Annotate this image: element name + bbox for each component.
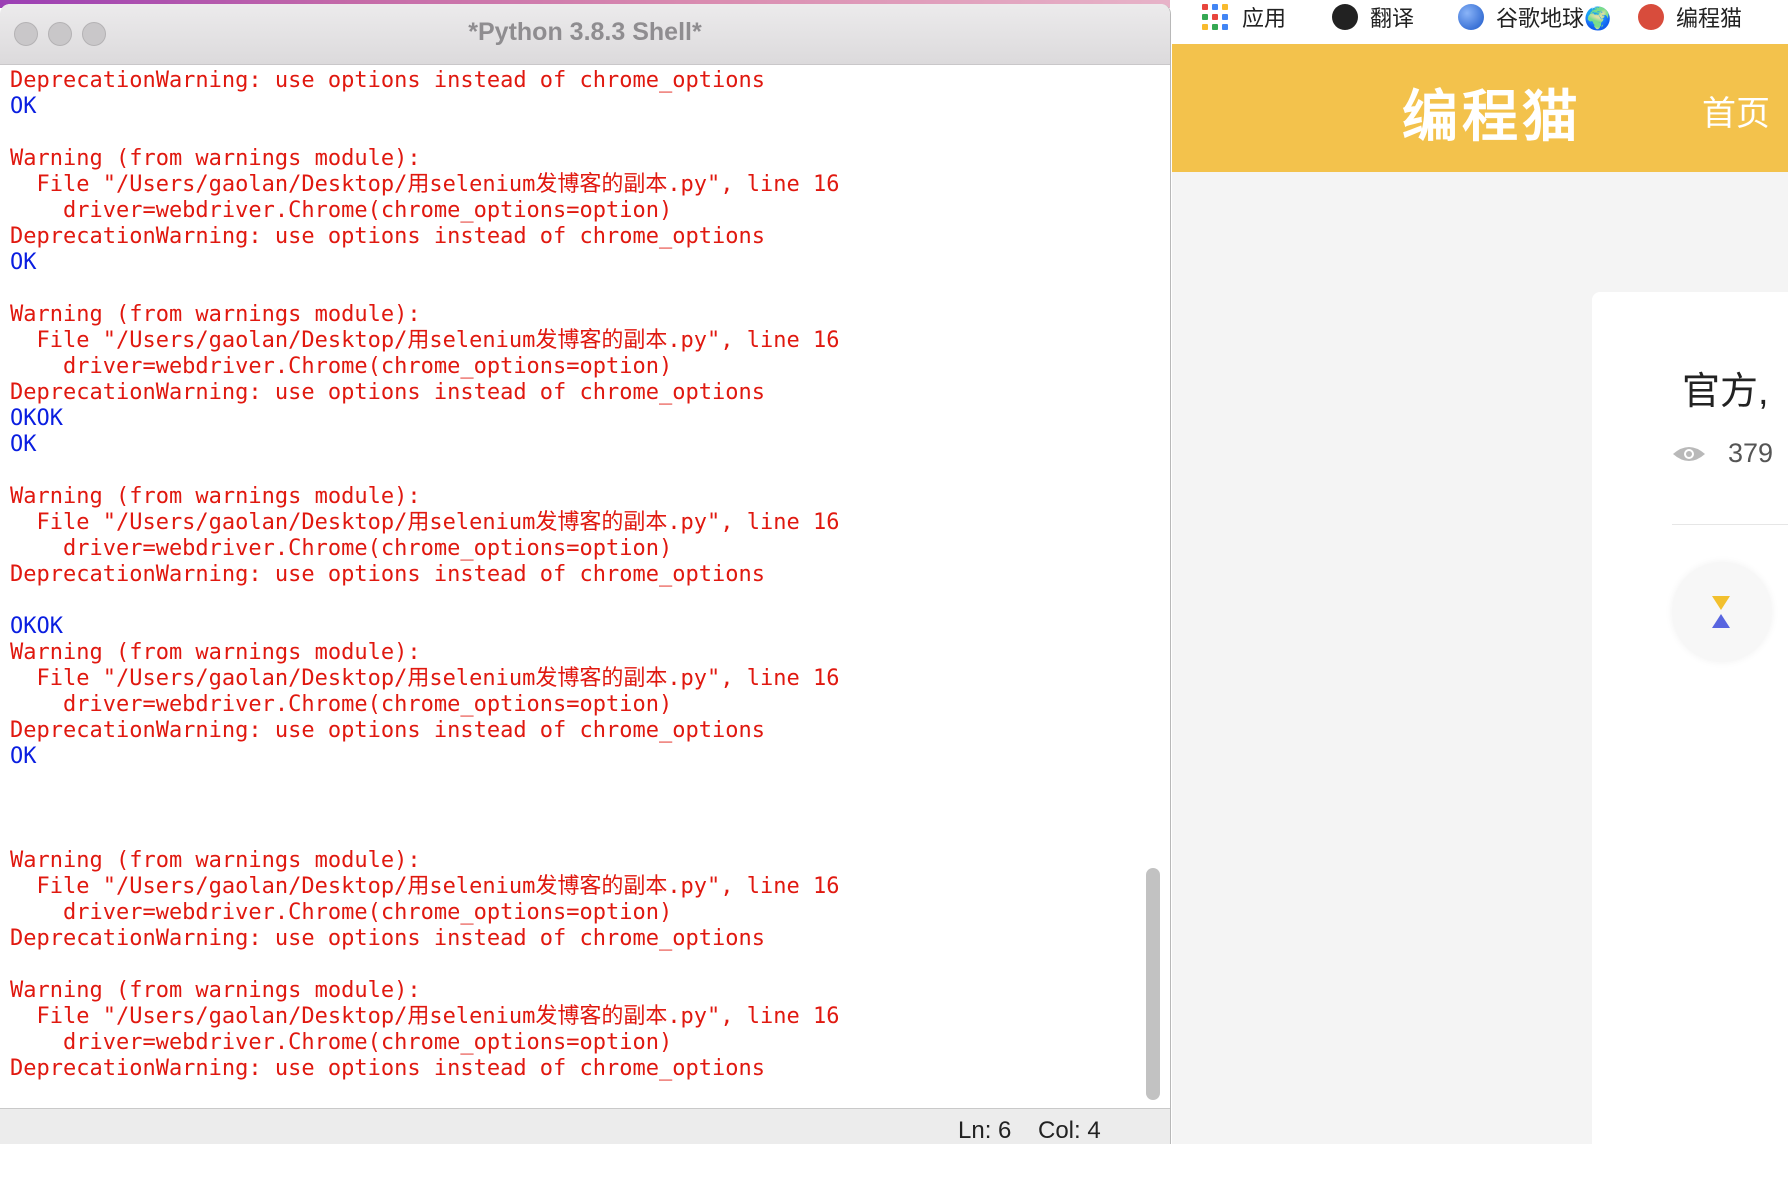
output-line-warning: Warning (from warnings module): bbox=[10, 848, 421, 873]
output-line-warning: DeprecationWarning: use options instead … bbox=[10, 562, 765, 587]
google-earth-icon bbox=[1458, 4, 1484, 30]
output-line-warning bbox=[10, 770, 1130, 796]
output-line-warning: File "/Users/gaolan/Desktop/用selenium发博客… bbox=[10, 172, 840, 197]
hourglass-icon bbox=[1712, 596, 1730, 628]
output-line-warning bbox=[10, 458, 1130, 484]
output-line-warning: File "/Users/gaolan/Desktop/用selenium发博客… bbox=[10, 1004, 840, 1029]
bookmark-translate[interactable]: 翻译 bbox=[1332, 0, 1414, 34]
output-line-warning: DeprecationWarning: use options instead … bbox=[10, 1056, 765, 1081]
bookmarks-bar: 应用 翻译 谷歌地球🌍 编程猫 bbox=[1172, 0, 1788, 44]
output-line-ok: OK bbox=[10, 250, 37, 275]
output-line-warning: driver=webdriver.Chrome(chrome_options=o… bbox=[10, 536, 673, 561]
view-count: 379 bbox=[1728, 438, 1774, 468]
bookmark-label: 编程猫 bbox=[1676, 6, 1743, 31]
window-titlebar[interactable]: *Python 3.8.3 Shell* bbox=[0, 4, 1170, 65]
codemao-icon bbox=[1638, 4, 1664, 30]
status-bar: Ln: 6 Col: 4 bbox=[0, 1108, 1170, 1144]
output-line-ok: OKOK bbox=[10, 406, 63, 431]
vertical-scrollbar[interactable] bbox=[1146, 868, 1160, 1100]
site-header: 编程猫 首页 bbox=[1172, 44, 1788, 172]
shell-output[interactable]: DeprecationWarning: use options instead … bbox=[10, 68, 1130, 1108]
output-line-warning: DeprecationWarning: use options instead … bbox=[10, 718, 765, 743]
output-line-warning: Warning (from warnings module): bbox=[10, 640, 421, 665]
output-line-warning: Warning (from warnings module): bbox=[10, 146, 421, 171]
output-line-warning: driver=webdriver.Chrome(chrome_options=o… bbox=[10, 692, 673, 717]
post-card: 官方, 379 bbox=[1592, 292, 1788, 1192]
output-line-warning: Warning (from warnings module): bbox=[10, 302, 421, 327]
output-line-warning bbox=[10, 276, 1130, 302]
line-number: Ln: 6 bbox=[958, 1117, 1012, 1144]
output-line-warning: DeprecationWarning: use options instead … bbox=[10, 926, 765, 951]
divider bbox=[1672, 524, 1788, 525]
page-content: 官方, 379 bbox=[1172, 172, 1788, 1192]
bookmark-codemao[interactable]: 编程猫 bbox=[1638, 0, 1742, 34]
output-line-warning: driver=webdriver.Chrome(chrome_options=o… bbox=[10, 354, 673, 379]
output-line-warning bbox=[10, 588, 1130, 614]
output-line-ok: OK bbox=[10, 744, 37, 769]
output-line-warning: DeprecationWarning: use options instead … bbox=[10, 380, 765, 405]
apps-grid-icon bbox=[1202, 4, 1228, 30]
output-line-warning: DeprecationWarning: use options instead … bbox=[10, 224, 765, 249]
bookmark-apps[interactable]: 应用 bbox=[1202, 0, 1286, 34]
output-line-warning: driver=webdriver.Chrome(chrome_options=o… bbox=[10, 1030, 673, 1055]
output-line-ok: OK bbox=[10, 432, 37, 457]
output-line-warning: Warning (from warnings module): bbox=[10, 978, 421, 1003]
bookmark-label: 谷歌地球🌍 bbox=[1496, 6, 1612, 31]
output-line-warning bbox=[10, 952, 1130, 978]
bookmark-label: 应用 bbox=[1242, 6, 1287, 31]
output-line-warning: driver=webdriver.Chrome(chrome_options=o… bbox=[10, 900, 673, 925]
output-line-warning: DeprecationWarning: use options instead … bbox=[10, 68, 765, 93]
loading-spinner bbox=[1672, 562, 1772, 662]
output-line-warning bbox=[10, 796, 1130, 822]
output-line-warning bbox=[10, 120, 1130, 146]
output-line-warning bbox=[10, 822, 1130, 848]
output-line-warning: Warning (from warnings module): bbox=[10, 484, 421, 509]
output-line-warning: driver=webdriver.Chrome(chrome_options=o… bbox=[10, 198, 673, 223]
output-line-warning: File "/Users/gaolan/Desktop/用selenium发博客… bbox=[10, 328, 840, 353]
post-title[interactable]: 官方, bbox=[1682, 360, 1769, 415]
bookmark-google-earth[interactable]: 谷歌地球🌍 bbox=[1458, 0, 1611, 34]
output-line-warning: File "/Users/gaolan/Desktop/用selenium发博客… bbox=[10, 510, 840, 535]
output-line-warning: File "/Users/gaolan/Desktop/用selenium发博客… bbox=[10, 666, 840, 691]
output-line-warning: File "/Users/gaolan/Desktop/用selenium发博客… bbox=[10, 874, 840, 899]
output-line-ok: OK bbox=[10, 94, 37, 119]
python-shell-window: *Python 3.8.3 Shell* DeprecationWarning:… bbox=[0, 4, 1171, 1144]
site-logo[interactable]: 编程猫 bbox=[1402, 72, 1582, 153]
bookmark-label: 翻译 bbox=[1370, 6, 1415, 31]
output-line-ok: OKOK bbox=[10, 614, 63, 639]
column-number: Col: 4 bbox=[1038, 1117, 1101, 1144]
nav-home-link[interactable]: 首页 bbox=[1702, 86, 1770, 135]
window-title: *Python 3.8.3 Shell* bbox=[468, 18, 702, 46]
translate-icon bbox=[1332, 4, 1358, 30]
eye-icon bbox=[1673, 447, 1705, 461]
